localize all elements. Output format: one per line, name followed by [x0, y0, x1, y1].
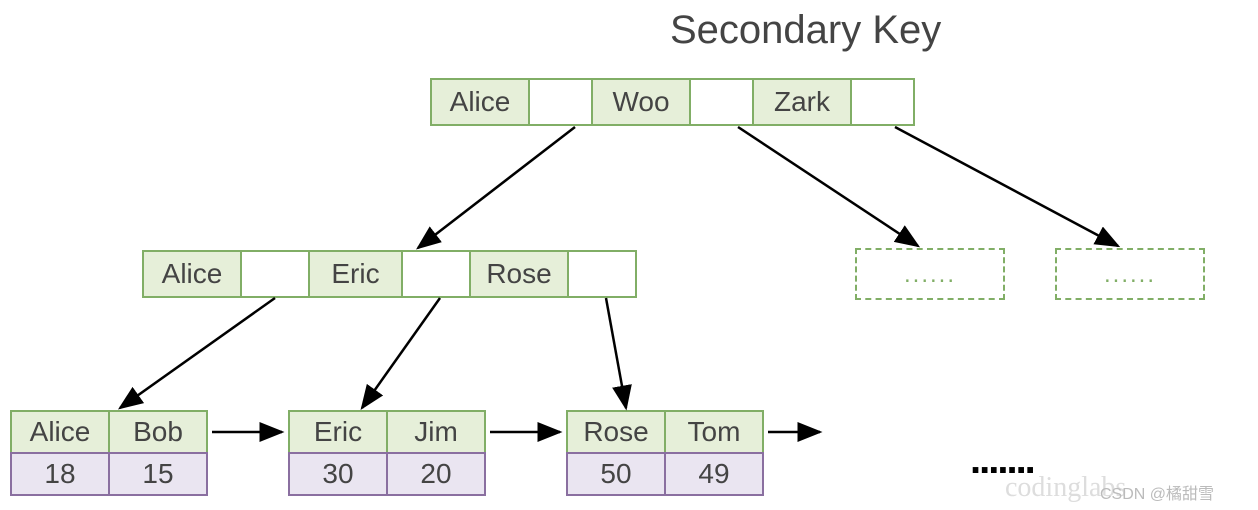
leaf1-key-0: Alice — [10, 410, 110, 454]
leaf1-key-1: Bob — [108, 410, 208, 454]
root-node: Alice Woo Zark — [430, 78, 915, 126]
leaf2-val-1: 20 — [386, 452, 486, 496]
root-key-1: Woo — [591, 78, 691, 126]
internal-ptr-2 — [567, 250, 637, 298]
leaf-node-2: Eric Jim 30 20 — [288, 410, 486, 496]
leaf3-key-1: Tom — [664, 410, 764, 454]
diagram-title: Secondary Key — [670, 8, 941, 53]
root-key-0: Alice — [430, 78, 530, 126]
leaf2-key-1: Jim — [386, 410, 486, 454]
root-ptr-2 — [850, 78, 915, 126]
leaf3-val-1: 49 — [664, 452, 764, 496]
root-ptr-1 — [689, 78, 754, 126]
internal-key-1: Eric — [308, 250, 403, 298]
internal-node: Alice Eric Rose — [142, 250, 637, 298]
leaf1-val-1: 15 — [108, 452, 208, 496]
leaf2-val-0: 30 — [288, 452, 388, 496]
leaf-node-3: Rose Tom 50 49 — [566, 410, 764, 496]
internal-ptr-1 — [401, 250, 471, 298]
internal-key-0: Alice — [142, 250, 242, 298]
dashed-node-2: ...... — [1055, 248, 1205, 300]
leaf-node-1: Alice Bob 18 15 — [10, 410, 208, 496]
leaf1-val-0: 18 — [10, 452, 110, 496]
root-key-2: Zark — [752, 78, 852, 126]
internal-key-2: Rose — [469, 250, 569, 298]
leaf3-val-0: 50 — [566, 452, 666, 496]
root-ptr-0 — [528, 78, 593, 126]
leaf3-key-0: Rose — [566, 410, 666, 454]
leaf2-key-0: Eric — [288, 410, 388, 454]
dashed-node-1: ...... — [855, 248, 1005, 300]
internal-ptr-0 — [240, 250, 310, 298]
csdn-watermark: CSDN @橘甜雪 — [1100, 480, 1214, 504]
